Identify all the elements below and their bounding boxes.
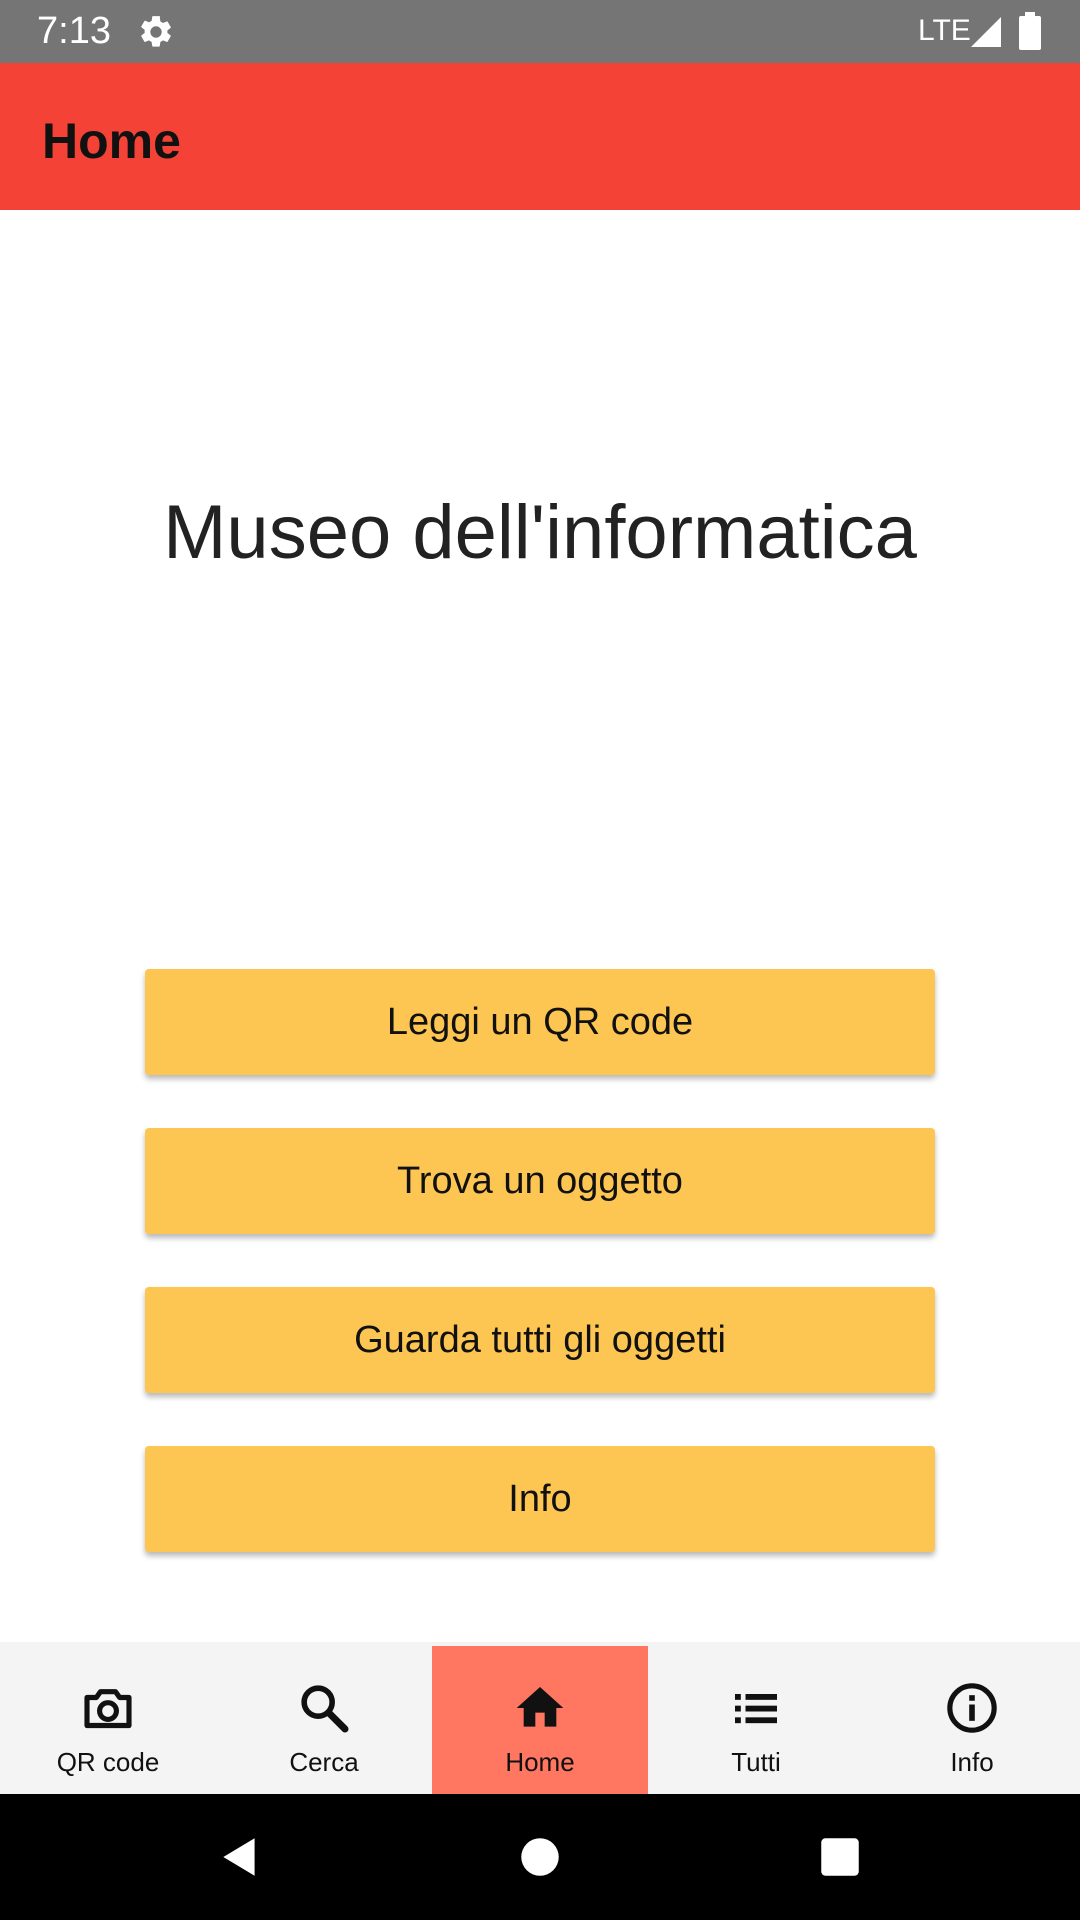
app-bar-title: Home [42, 113, 181, 169]
nav-item-tutti[interactable]: Tutti [648, 1646, 864, 1794]
nav-label: QR code [56, 1747, 160, 1777]
nav-label: Home [505, 1747, 575, 1777]
bottom-navigation: QR code Cerca Home Tutti Info [0, 1642, 1080, 1794]
search-icon [301, 1685, 349, 1733]
back-icon[interactable] [215, 1832, 265, 1882]
list-icon [735, 1694, 777, 1724]
nav-item-home[interactable]: Home [432, 1646, 648, 1794]
battery-icon [1019, 12, 1041, 50]
home-icon [516, 1687, 564, 1727]
home-circle-icon[interactable] [515, 1832, 565, 1882]
nav-item-cerca[interactable]: Cerca [216, 1646, 432, 1794]
status-bar: 7:13 LTE [0, 0, 1080, 63]
camera-icon [84, 1689, 132, 1729]
read-qr-button[interactable]: Leggi un QR code [145, 969, 935, 1075]
signal-icon [971, 17, 1001, 47]
info-icon [947, 1683, 997, 1733]
nav-label: Tutti [731, 1747, 781, 1777]
app-bar: Home [0, 63, 1080, 210]
nav-label: Cerca [289, 1747, 359, 1777]
nav-item-info[interactable]: Info [864, 1646, 1080, 1794]
view-all-objects-button[interactable]: Guarda tutti gli oggetti [145, 1287, 935, 1393]
page-title: Museo dell'informatica [163, 490, 917, 575]
nav-item-qr-code[interactable]: QR code [0, 1646, 216, 1794]
gear-icon [141, 16, 171, 47]
find-object-button[interactable]: Trova un oggetto [145, 1128, 935, 1234]
recents-icon[interactable] [815, 1832, 865, 1882]
network-type: LTE [918, 14, 971, 47]
info-button[interactable]: Info [145, 1446, 935, 1552]
nav-label: Info [950, 1747, 994, 1777]
system-navigation-bar [0, 1794, 1080, 1920]
status-time: 7:13 [37, 10, 111, 52]
